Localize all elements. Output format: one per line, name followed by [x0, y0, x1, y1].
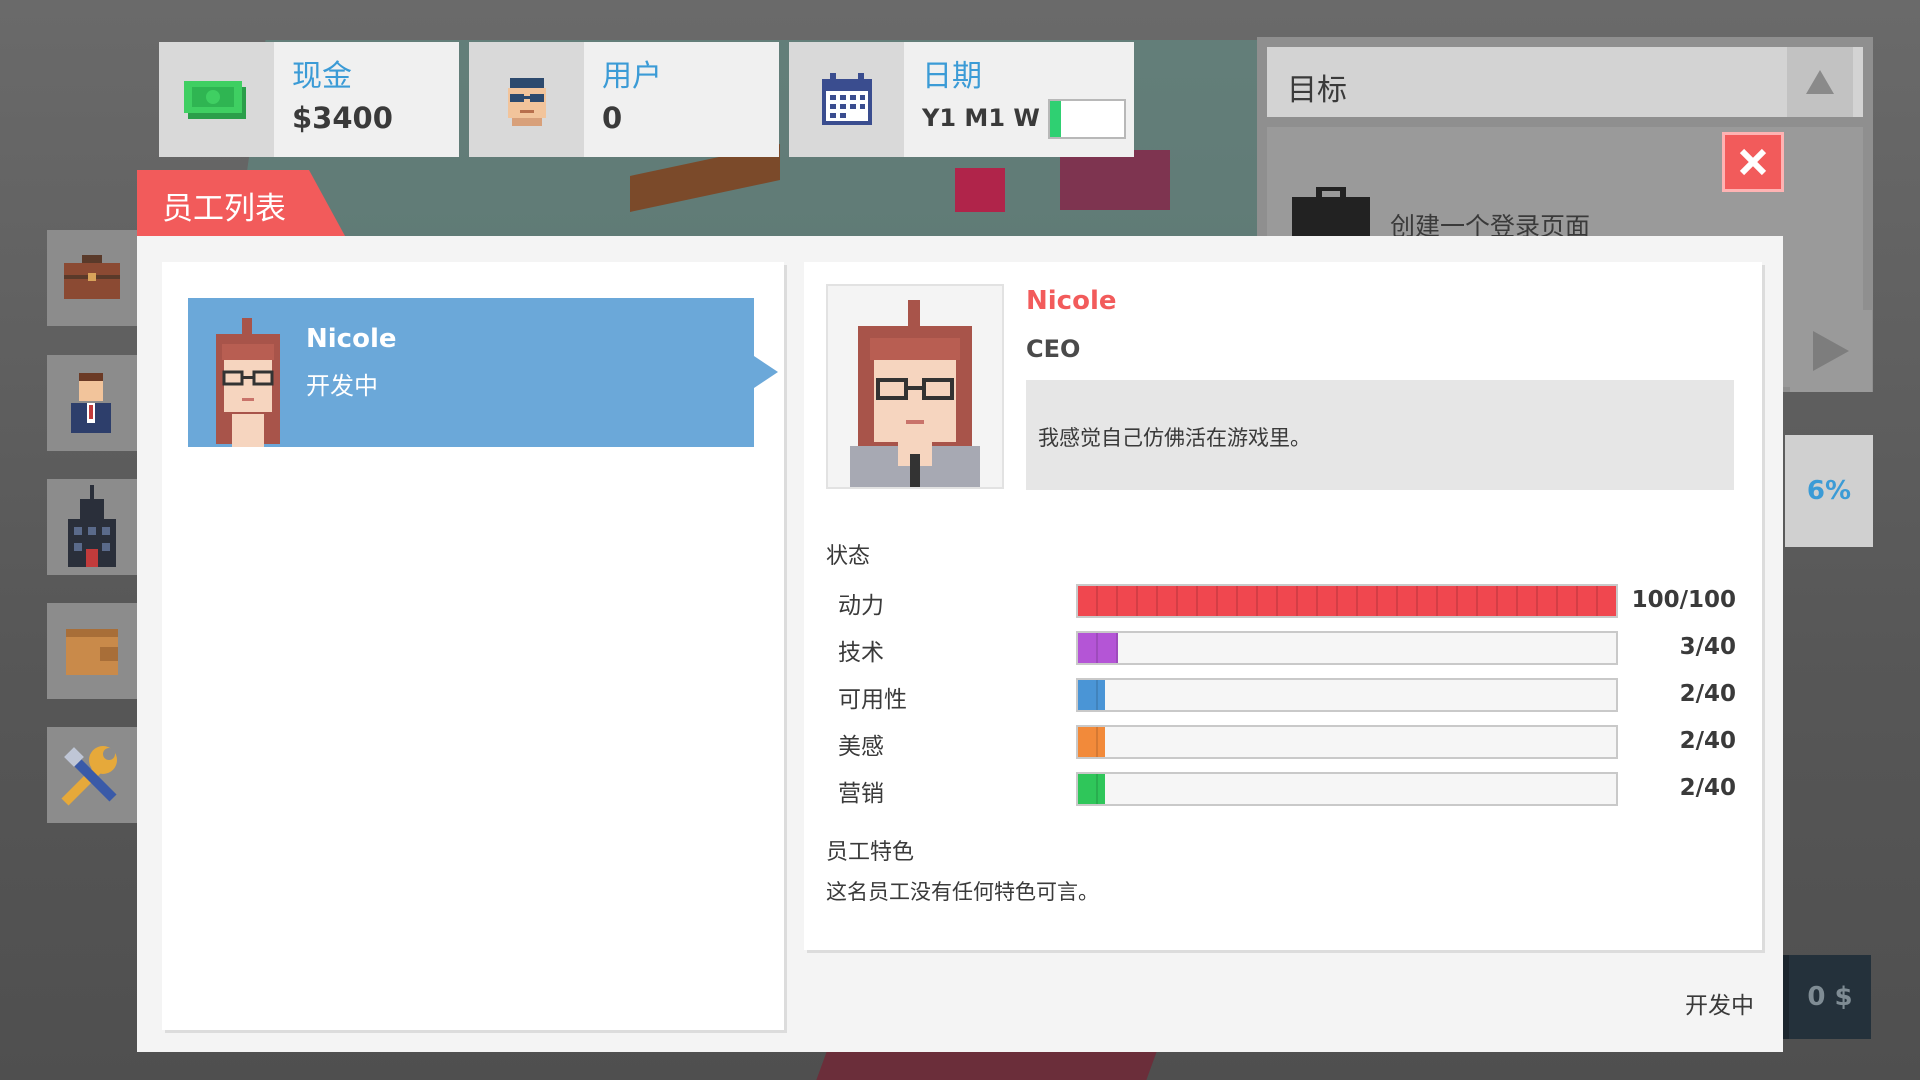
- traits-title: 员工特色: [826, 840, 915, 865]
- stat-bar: [1076, 631, 1618, 665]
- stat-value: 2/40: [1679, 681, 1736, 707]
- date-value: Y1 M1 W: [922, 104, 1040, 132]
- stat-bar-fill: [1078, 774, 1105, 804]
- office-cabinet: [955, 168, 1005, 212]
- side-button-projects[interactable]: [47, 230, 137, 326]
- tools-icon: [61, 746, 117, 806]
- stat-value: 2/40: [1679, 775, 1736, 801]
- employee-status: 开发中: [306, 372, 378, 400]
- week-progress-fill: [1049, 101, 1061, 137]
- employee-quote: 我感觉自己仿佛活在游戏里。: [1026, 380, 1734, 490]
- stat-value: 3/40: [1679, 634, 1736, 660]
- selection-arrow: [754, 356, 778, 388]
- stat-bar-fill: [1078, 727, 1105, 757]
- side-button-employees[interactable]: [47, 355, 137, 451]
- stat-bar-fill: [1078, 680, 1105, 710]
- cash-label: 现金: [292, 59, 352, 94]
- date-panel: 日期 Y1 M1 W: [789, 42, 1134, 157]
- office-desk: [1060, 150, 1170, 210]
- detail-name: Nicole: [1026, 286, 1117, 316]
- employee-detail: Nicole CEO 我感觉自己仿佛活在游戏里。 状态 动力 100/100 技…: [804, 262, 1762, 950]
- stat-value: 100/100: [1631, 587, 1736, 613]
- stat-row-marketing: 营销 2/40: [826, 772, 1736, 808]
- building-icon: [68, 485, 116, 567]
- cash-icon: [159, 42, 274, 157]
- goal-progress: 6%: [1785, 435, 1873, 547]
- stat-label: 营销: [838, 781, 884, 807]
- stat-label: 可用性: [838, 687, 907, 713]
- briefcase-icon: [64, 255, 120, 299]
- stat-row-aesthetics: 美感 2/40: [826, 725, 1736, 761]
- footer-status: 开发中: [1685, 993, 1754, 1019]
- employee-dialog: Nicole 开发中 Nicole CEO 我感觉自己仿佛活在游戏里。 状态 动…: [137, 236, 1783, 1052]
- briefcase-icon: [1292, 187, 1370, 239]
- employee-icon: [71, 373, 111, 433]
- calendar-icon: [789, 42, 904, 157]
- users-panel: 用户 0: [469, 42, 779, 157]
- week-progress-bar: [1047, 99, 1126, 139]
- close-button[interactable]: [1722, 132, 1784, 192]
- employee-portrait: [826, 284, 1004, 489]
- user-glasses-icon: [469, 42, 584, 157]
- stat-row-tech: 技术 3/40: [826, 631, 1736, 667]
- side-button-company[interactable]: [47, 479, 137, 575]
- stat-label: 动力: [838, 593, 884, 619]
- stats-title: 状态: [826, 544, 871, 569]
- wallet-icon: [66, 629, 118, 675]
- stat-label: 技术: [838, 640, 884, 666]
- stat-row-usability: 可用性 2/40: [826, 678, 1736, 714]
- stat-label: 美感: [838, 734, 884, 760]
- stat-bar: [1076, 725, 1618, 759]
- stat-bar-fill: [1078, 586, 1616, 616]
- play-button[interactable]: [1790, 310, 1872, 392]
- side-button-wallet[interactable]: [47, 603, 137, 699]
- users-value: 0: [602, 101, 623, 135]
- play-icon: [1813, 331, 1849, 371]
- employee-name: Nicole: [306, 324, 397, 354]
- stat-bar: [1076, 584, 1618, 618]
- close-icon: [1739, 148, 1767, 176]
- employee-avatar: [216, 318, 280, 447]
- detail-role: CEO: [1026, 335, 1081, 363]
- side-button-tools[interactable]: [47, 727, 137, 823]
- triangle-up-icon: [1806, 70, 1834, 94]
- cost-display: 0 $: [1783, 955, 1871, 1039]
- stat-value: 2/40: [1679, 728, 1736, 754]
- stat-bar: [1076, 678, 1618, 712]
- collapse-goals-button[interactable]: [1787, 47, 1853, 117]
- stat-row-motivation: 动力 100/100: [826, 584, 1736, 620]
- stat-bar-fill: [1078, 633, 1119, 663]
- cash-panel: 现金 $3400: [159, 42, 459, 157]
- employee-list: Nicole 开发中: [162, 262, 784, 1030]
- traits-text: 这名员工没有任何特色可言。: [826, 880, 1099, 904]
- goals-title: 目标: [1267, 47, 1863, 117]
- employee-list-tab: 员工列表: [137, 170, 345, 236]
- date-label: 日期: [922, 59, 982, 94]
- users-label: 用户: [602, 59, 662, 94]
- employee-card-selected[interactable]: Nicole 开发中: [188, 298, 778, 447]
- cash-value: $3400: [292, 101, 393, 135]
- stat-bar: [1076, 772, 1618, 806]
